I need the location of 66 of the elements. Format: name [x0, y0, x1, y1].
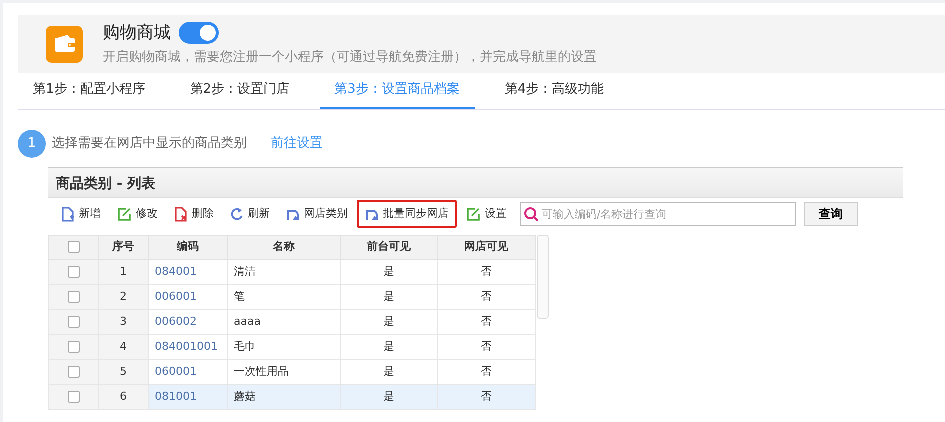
file-delete-icon — [174, 206, 188, 222]
row-checkbox[interactable] — [68, 266, 80, 278]
table-cell: 6 — [98, 384, 148, 410]
column-header: 名称 — [228, 236, 340, 260]
table-cell: 毛巾 — [228, 334, 340, 360]
table-cell: aaaa — [228, 310, 340, 334]
table-cell: 否 — [438, 284, 536, 310]
step-tab[interactable]: 第1步：配置小程序 — [18, 73, 160, 109]
edit-icon — [117, 206, 132, 222]
column-header: 序号 — [98, 236, 148, 260]
step-tab[interactable]: 第2步：设置门店 — [175, 73, 305, 109]
row-checkbox[interactable] — [68, 290, 80, 303]
table-cell: 5 — [98, 360, 148, 384]
table-cell: 是 — [340, 310, 438, 334]
toggle-switch[interactable] — [179, 22, 219, 44]
scrollbar[interactable] — [537, 235, 549, 319]
wallet-icon — [46, 26, 83, 62]
row-checkbox[interactable] — [68, 340, 80, 353]
toolbar-button[interactable]: 新增 — [54, 202, 108, 226]
refresh-icon — [230, 206, 244, 222]
table-cell: 2 — [98, 284, 148, 310]
table-cell: 006002 — [148, 310, 228, 334]
step-text: 选择需要在网店中显示的商品类别 — [52, 135, 247, 154]
table-cell: 否 — [438, 384, 536, 410]
sync-icon — [365, 208, 379, 220]
table-cell: 1 — [98, 260, 148, 284]
table-cell: 笔 — [228, 284, 340, 310]
table-cell: 084001001 — [148, 334, 228, 360]
select-all-checkbox[interactable] — [68, 241, 80, 254]
app-description: 开启购物商城，需要您注册一个小程序（可通过导航免费注册），并完成导航里的设置 — [103, 49, 597, 67]
table-cell: 是 — [340, 384, 438, 410]
toolbar-button[interactable]: 修改 — [110, 202, 165, 226]
table-cell: 081001 — [148, 384, 228, 410]
toolbar-button[interactable]: 刷新 — [223, 202, 277, 226]
table-cell: 3 — [98, 310, 148, 334]
toolbar-button[interactable]: 批量同步网店 — [357, 200, 457, 228]
table-cell: 蘑菇 — [228, 384, 340, 410]
table-cell: 是 — [340, 284, 438, 310]
toolbar-button[interactable]: 网店类别 — [279, 202, 355, 226]
table-cell: 清洁 — [228, 260, 340, 284]
table-cell: 084001 — [148, 260, 228, 284]
table-cell: 4 — [98, 334, 148, 360]
panel-title: 商品类别 - 列表 — [48, 168, 903, 198]
row-checkbox[interactable] — [68, 366, 80, 378]
table-cell: 是 — [340, 334, 438, 360]
column-header: 编码 — [148, 236, 228, 260]
table-cell: 否 — [438, 334, 536, 360]
file-plus-icon — [61, 206, 75, 222]
edit-icon — [466, 206, 481, 222]
toolbar-button[interactable]: 设置 — [459, 202, 514, 226]
table-cell: 否 — [438, 260, 536, 284]
table-cell: 否 — [438, 310, 536, 334]
app-title: 购物商城 — [103, 22, 171, 44]
column-header: 网店可见 — [438, 236, 536, 260]
search-button[interactable]: 查询 — [804, 202, 858, 226]
step-tab[interactable]: 第3步：设置商品档案 — [320, 73, 475, 109]
step-number: 1 — [18, 130, 46, 158]
table-cell: 006001 — [148, 284, 228, 310]
search-field[interactable]: 可输入编码/名称进行查询 — [520, 202, 796, 226]
toolbar-button[interactable]: 删除 — [167, 202, 221, 226]
sync-icon — [286, 208, 300, 220]
row-checkbox[interactable] — [68, 390, 80, 403]
step-tab[interactable]: 第4步：高级功能 — [490, 73, 620, 109]
row-checkbox[interactable] — [68, 316, 80, 328]
column-header: 前台可见 — [340, 236, 438, 260]
table-cell: 是 — [340, 260, 438, 284]
